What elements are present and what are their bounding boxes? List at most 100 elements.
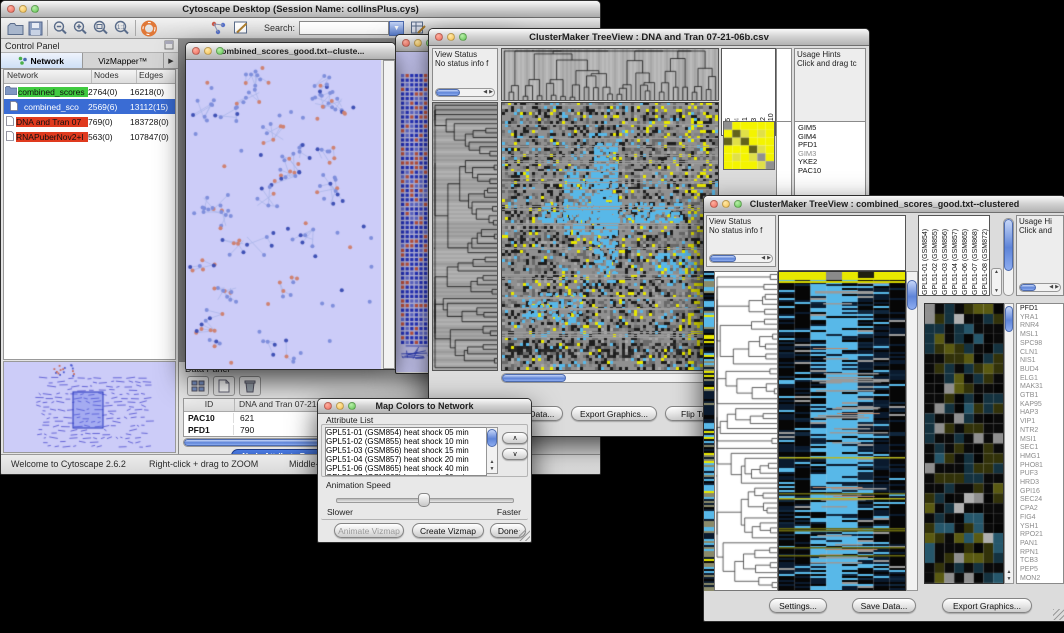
minimize-icon[interactable] [722, 200, 730, 208]
tv1-similarity-matrix[interactable] [723, 121, 775, 170]
gene-list-item[interactable]: GPI16 [1020, 488, 1063, 497]
tv2-column-dendrogram-area[interactable] [778, 215, 906, 271]
speed-slider-thumb[interactable] [418, 493, 430, 507]
gene-list-item[interactable]: RNR4 [1020, 322, 1063, 331]
gene-list-item[interactable]: SEC1 [1020, 444, 1063, 453]
close-icon[interactable] [192, 47, 200, 55]
gene-list-item[interactable]: MAK31 [1020, 383, 1063, 392]
tv2-title-bar[interactable]: ClusterMaker TreeView : combined_scores_… [704, 196, 1064, 213]
tv1-row-dendrogram[interactable] [432, 102, 498, 371]
attribute-list-item[interactable]: GPL51-03 (GSM856) heat shock 15 min [326, 446, 486, 455]
tab-network[interactable]: Network [1, 53, 83, 68]
attribute-list-item[interactable]: GPL51-02 (GSM855) heat shock 10 min [326, 437, 486, 446]
network-row[interactable]: DNA and Tran 07769(0)183728(0) [4, 114, 175, 129]
tv2-heatmap-vscroll[interactable] [906, 271, 918, 591]
tv1-status-hscroll[interactable]: ◀▶ [435, 88, 495, 97]
tab-vizmapper[interactable]: VizMapper™ [83, 53, 165, 68]
net1-vscroll[interactable] [383, 60, 395, 369]
move-down-button[interactable]: ∨ [502, 448, 528, 460]
zoom-window-icon[interactable] [31, 5, 39, 13]
gene-list-item[interactable]: HAP3 [1020, 409, 1063, 418]
help-lifesaver-icon[interactable] [140, 20, 158, 37]
close-icon[interactable] [324, 402, 332, 410]
search-input[interactable] [299, 21, 389, 35]
gene-list-item[interactable]: BUD4 [1020, 366, 1063, 375]
gene-list-item[interactable]: PAC10 [798, 167, 865, 176]
gene-list-item[interactable]: SEC24 [1020, 496, 1063, 505]
gene-list-item[interactable]: HRD3 [1020, 479, 1063, 488]
gene-list-item[interactable]: MSI1 [1020, 436, 1063, 445]
new-attribute-icon[interactable] [213, 376, 235, 396]
close-icon[interactable] [402, 39, 410, 47]
network-row[interactable]: combined_sco2569(6)13112(15) [4, 99, 175, 114]
attribute-list[interactable]: GPL51-01 (GSM854) heat shock 05 minGPL51… [325, 427, 487, 476]
minimize-icon[interactable] [204, 47, 212, 55]
tv2-save-data-button[interactable]: Save Data... [852, 598, 916, 613]
tv2-column-labels[interactable]: GPL51-01 (GSM854)GPL51-02 (GSM855)GPL51-… [918, 215, 990, 296]
attribute-list-vscroll[interactable]: ▲▼ [486, 427, 498, 474]
tv2-row-dendrogram[interactable] [714, 271, 778, 591]
minimize-icon[interactable] [447, 33, 455, 41]
zoom-selected-icon[interactable] [92, 20, 110, 36]
zoom-in-icon[interactable] [72, 20, 89, 36]
network-table-header[interactable]: Network Nodes Edges [4, 70, 175, 84]
zoom-window-icon[interactable] [216, 47, 224, 55]
gene-list-item[interactable]: TCB3 [1020, 557, 1063, 566]
tv2-label-vscroll[interactable]: ▲▼ [991, 268, 1002, 296]
node-attributes-icon[interactable] [210, 20, 228, 36]
gene-list-item[interactable]: NIS1 [1020, 357, 1063, 366]
minimize-icon[interactable] [336, 402, 344, 410]
traffic-lights[interactable] [7, 5, 39, 13]
attribute-list-item[interactable]: GPL51-06 (GSM865) heat shock 40 min [326, 464, 486, 473]
gene-list-item[interactable]: PFD1 [1020, 305, 1063, 314]
gene-list-item[interactable]: VIP1 [1020, 418, 1063, 427]
gene-list-item[interactable]: RPO21 [1020, 531, 1063, 540]
network-view-1-canvas[interactable] [186, 60, 381, 369]
minimize-icon[interactable] [19, 5, 27, 13]
annotation-icon[interactable] [233, 20, 250, 36]
tv2-gene-list[interactable]: PFD1YRA1RNR4MSL1SPC98CLN1NIS1BUD4ELG1MAK… [1016, 303, 1064, 584]
tv1-title-bar[interactable]: ClusterMaker TreeView : DNA and Tran 07-… [429, 29, 869, 46]
gene-list-item[interactable]: MSL1 [1020, 331, 1063, 340]
save-icon[interactable] [28, 21, 43, 36]
gene-list-item[interactable]: CPA2 [1020, 505, 1063, 514]
tv2-zoom-vscroll[interactable]: ▲▼ [1004, 303, 1014, 584]
tv2-heatmap[interactable] [778, 271, 906, 591]
tv1-heatmap[interactable] [501, 102, 719, 371]
select-attributes-icon[interactable] [187, 376, 209, 396]
tv1-column-dendrogram[interactable] [501, 48, 719, 101]
delete-attribute-icon[interactable] [239, 376, 261, 396]
tv1-export-graphics-button[interactable]: Export Graphics... [571, 406, 657, 421]
create-vizmap-button[interactable]: Create Vizmap [412, 523, 484, 538]
gene-list-item[interactable]: FIG4 [1020, 514, 1063, 523]
resize-grip[interactable] [519, 530, 530, 541]
gene-list-item[interactable]: SPC98 [1020, 340, 1063, 349]
tab-overflow-arrow[interactable]: ▶ [164, 53, 178, 68]
zoom-window-icon[interactable] [348, 402, 356, 410]
zoom-window-icon[interactable] [459, 33, 467, 41]
attribute-list-item[interactable]: GPL51-04 (GSM857) heat shock 20 min [326, 455, 486, 464]
tv2-settings-button[interactable]: Settings... [769, 598, 827, 613]
gene-list-item[interactable]: PHO81 [1020, 462, 1063, 471]
move-up-button[interactable]: ∧ [502, 432, 528, 444]
gene-list-item[interactable]: CLN1 [1020, 349, 1063, 358]
gene-list-item[interactable]: HMG1 [1020, 453, 1063, 462]
gene-list-item[interactable]: PAN1 [1020, 540, 1063, 549]
attribute-list-item[interactable]: GPL51-07 (GSM868) heat shock 60 min [326, 473, 486, 476]
birds-eye-canvas[interactable] [4, 362, 176, 452]
gene-list-item[interactable]: RPN1 [1020, 549, 1063, 558]
gene-list-item[interactable]: YSH1 [1020, 523, 1063, 532]
zoom-window-icon[interactable] [734, 200, 742, 208]
gene-list-item[interactable]: KAP95 [1020, 401, 1063, 410]
open-file-icon[interactable] [7, 21, 24, 36]
tv2-zoom-heatmap[interactable] [924, 303, 1004, 584]
gene-list-item[interactable]: PEP5 [1020, 566, 1063, 575]
gene-list-item[interactable]: YRA1 [1020, 314, 1063, 323]
tv2-export-graphics-button[interactable]: Export Graphics... [942, 598, 1032, 613]
network-row[interactable]: combined_scores2764(0)16218(0) [4, 84, 175, 99]
zoom-out-icon[interactable] [52, 20, 69, 36]
gene-list-item[interactable]: ELG1 [1020, 375, 1063, 384]
gene-list-item[interactable]: NTR2 [1020, 427, 1063, 436]
close-icon[interactable] [710, 200, 718, 208]
minimize-icon[interactable] [414, 39, 422, 47]
